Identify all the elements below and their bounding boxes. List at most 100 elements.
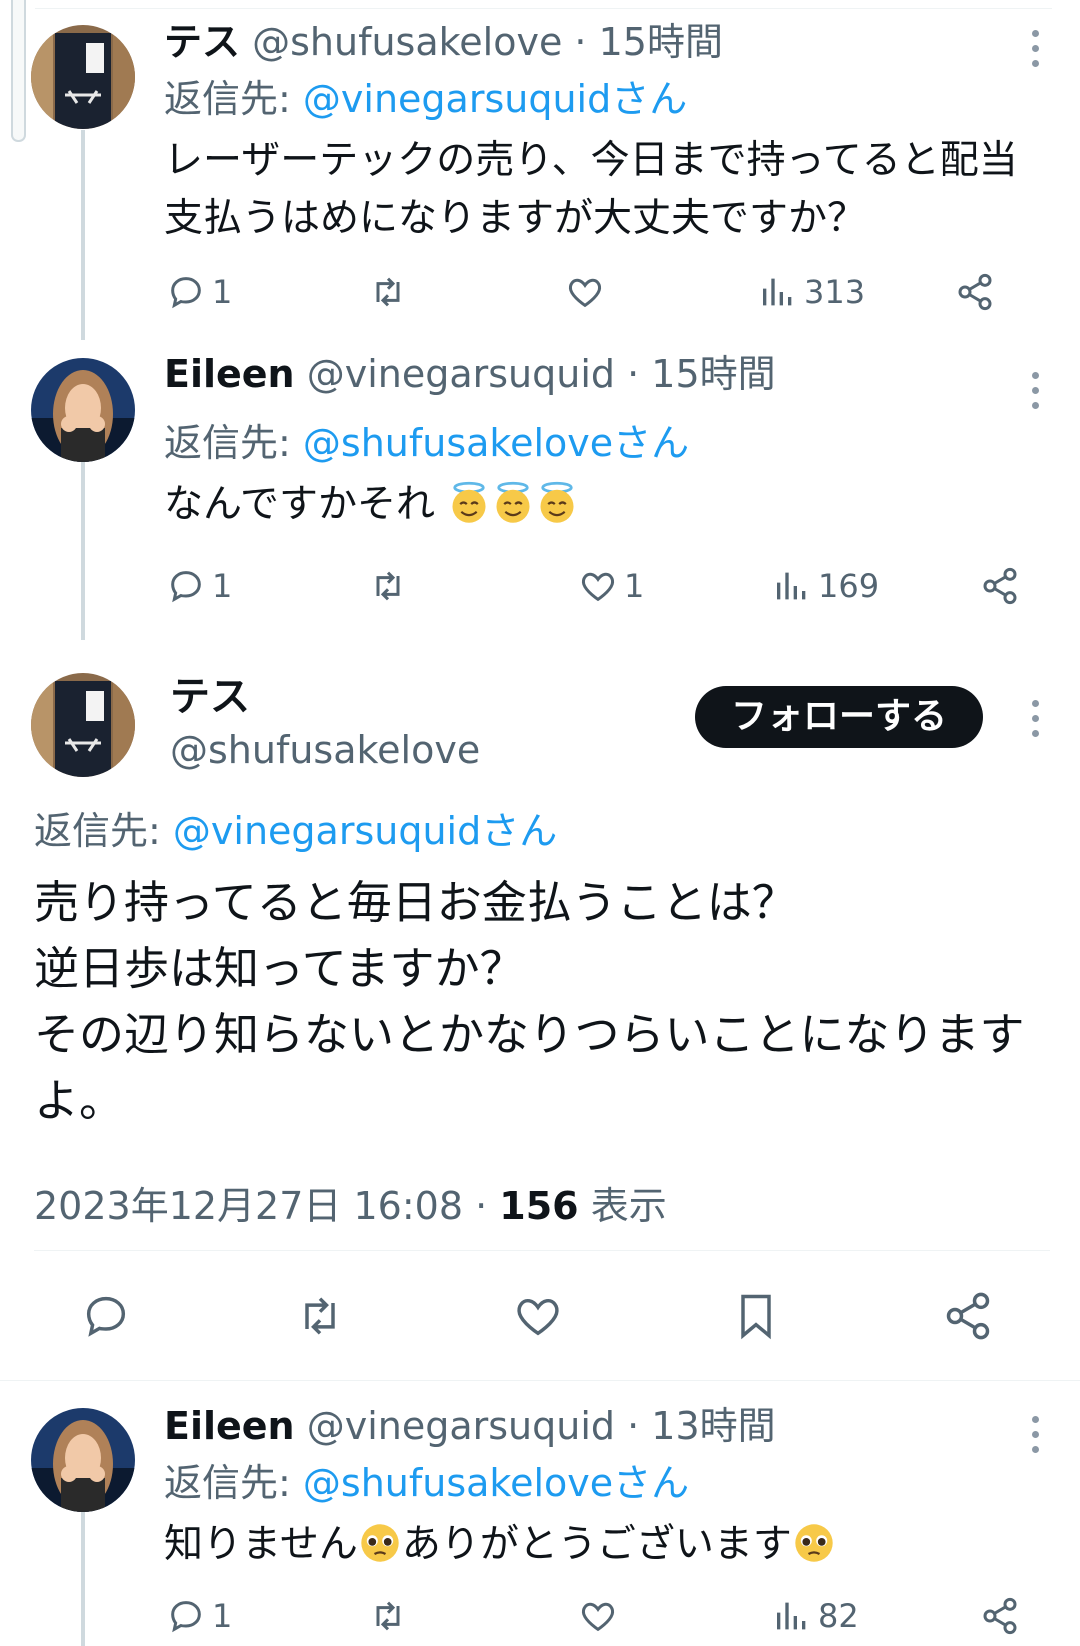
tweet-actions: 1 1 169 <box>0 566 1080 616</box>
retweet-icon <box>376 571 400 601</box>
bookmark-button[interactable] <box>730 1290 782 1346</box>
smiling-face-with-halo-emoji <box>540 481 574 523</box>
display-name[interactable]: Eileen <box>164 352 295 396</box>
retweet-icon <box>376 1601 400 1631</box>
reply-button[interactable] <box>80 1290 132 1346</box>
reply-to-mention[interactable]: @shufusakeloveさん <box>303 421 689 465</box>
handle[interactable]: @shufusakelove <box>170 726 480 774</box>
retweet-button[interactable] <box>368 1596 414 1636</box>
like-button[interactable] <box>578 1596 624 1636</box>
more-icon[interactable] <box>1032 30 1042 75</box>
post-timestamp[interactable]: 2023年12月27日 16:08 <box>34 1184 463 1228</box>
reply-icon <box>86 1296 126 1337</box>
timestamp[interactable]: 15時間 <box>651 352 775 396</box>
reply-prefix: 返信先: <box>164 421 291 465</box>
reply-count: 1 <box>212 273 233 311</box>
tweet-actions: 1 313 <box>0 272 1080 322</box>
retweet-button[interactable] <box>294 1290 346 1346</box>
handle[interactable]: @vinegarsuquid <box>307 1404 615 1448</box>
reply-button[interactable]: 1 <box>166 272 232 312</box>
share-button[interactable] <box>942 1290 994 1346</box>
scrollbar[interactable] <box>11 0 26 142</box>
views-icon <box>777 1602 806 1630</box>
reply-to-line: 返信先: @shufusakeloveさん <box>164 1458 689 1508</box>
display-name[interactable]: Eileen <box>164 1404 295 1448</box>
reply-button[interactable]: 1 <box>166 566 232 606</box>
divider <box>0 1380 1080 1381</box>
tweet-text: なんですかそれ <box>164 476 1044 534</box>
reply-to-line: 返信先: @shufusakeloveさん <box>164 418 689 468</box>
display-name[interactable]: テス <box>164 20 240 64</box>
pleading-face-emoji <box>361 1524 399 1562</box>
views-icon <box>763 278 792 306</box>
top-divider <box>35 8 1052 9</box>
handle[interactable]: @shufusakelove <box>252 20 562 64</box>
follow-button[interactable]: フォローする <box>695 686 983 748</box>
reply-to-mention[interactable]: @shufusakeloveさん <box>303 1461 689 1505</box>
reply-icon <box>171 1601 201 1633</box>
like-icon <box>568 278 602 308</box>
timestamp[interactable]: 15時間 <box>599 20 723 64</box>
more-icon[interactable] <box>1032 1416 1042 1461</box>
views-button[interactable]: 82 <box>772 1596 859 1636</box>
reply-count: 1 <box>212 567 233 605</box>
retweet-button[interactable] <box>368 272 414 312</box>
avatar[interactable] <box>31 25 135 129</box>
tweet-actions: 1 82 <box>0 1596 1080 1646</box>
smiling-face-with-halo-emoji <box>452 481 486 523</box>
reply-icon <box>171 277 201 309</box>
tweet-text: レーザーテックの売り、今日まで持ってると配当支払うはめになりますが大丈夫ですか？ <box>164 138 1018 241</box>
tweet-text-part: ありがとうございます <box>401 1522 792 1567</box>
views-count: 313 <box>804 273 866 311</box>
avatar[interactable] <box>31 1408 135 1512</box>
tweet-text-body: なんですかそれ <box>164 482 436 527</box>
tweet-text: 知りません ありがとうございます <box>164 1516 1044 1574</box>
like-icon <box>517 1299 559 1336</box>
share-button[interactable] <box>980 1596 1020 1636</box>
separator-dot: · <box>627 1404 640 1448</box>
like-count: 1 <box>624 567 645 605</box>
handle[interactable]: @vinegarsuquid <box>307 352 615 396</box>
reply-count: 1 <box>212 1597 233 1635</box>
more-icon[interactable] <box>1032 372 1042 417</box>
share-icon <box>958 273 992 311</box>
tweet-header: Eileen @vinegarsuquid · 13時間 <box>164 1402 776 1450</box>
reply-button[interactable]: 1 <box>166 1596 232 1636</box>
divider <box>34 1250 1050 1251</box>
views-button[interactable]: 169 <box>772 566 879 606</box>
like-button[interactable] <box>565 272 611 312</box>
reply-prefix: 返信先: <box>164 1461 291 1505</box>
like-icon <box>581 1602 615 1632</box>
separator-dot: · <box>475 1184 488 1228</box>
views-button[interactable]: 313 <box>758 272 865 312</box>
like-button[interactable] <box>512 1290 564 1346</box>
display-name[interactable]: テス <box>170 672 250 722</box>
retweet-button[interactable] <box>368 566 414 606</box>
reply-prefix: 返信先: <box>34 809 161 853</box>
retweet-icon <box>376 277 400 307</box>
more-icon[interactable] <box>1032 700 1042 745</box>
avatar[interactable] <box>31 673 135 777</box>
views-count: 156 <box>499 1184 579 1228</box>
separator-dot: · <box>574 20 587 64</box>
views-count: 82 <box>818 1597 859 1635</box>
pleading-face-emoji <box>795 1524 833 1562</box>
reply-to-mention[interactable]: @vinegarsuquidさん <box>303 77 687 121</box>
reply-to-line: 返信先: @vinegarsuquidさん <box>164 74 687 124</box>
tweet-header: テス @shufusakelove · 15時間 <box>164 18 723 66</box>
tweet-meta: 2023年12月27日 16:08 · 156 表示 <box>34 1175 667 1230</box>
share-button[interactable] <box>955 272 995 312</box>
separator-dot: · <box>627 352 640 396</box>
share-icon <box>983 1597 1017 1635</box>
reply-to-mention[interactable]: @vinegarsuquidさん <box>173 809 557 853</box>
tweet-text-part: 知りません <box>164 1522 358 1567</box>
reply-to-line: 返信先: @vinegarsuquidさん <box>34 806 557 856</box>
timestamp[interactable]: 13時間 <box>651 1404 775 1448</box>
tweet-header: Eileen @vinegarsuquid · 15時間 <box>164 350 776 398</box>
share-button[interactable] <box>980 566 1020 606</box>
tweet-text: 売り持ってると毎日お金払うことは？ 逆日歩は知ってますか？ その辺り知らないとか… <box>34 876 1025 1127</box>
views-count: 169 <box>818 567 880 605</box>
avatar[interactable] <box>31 358 135 462</box>
views-icon <box>777 572 806 600</box>
like-button[interactable]: 1 <box>578 566 644 606</box>
